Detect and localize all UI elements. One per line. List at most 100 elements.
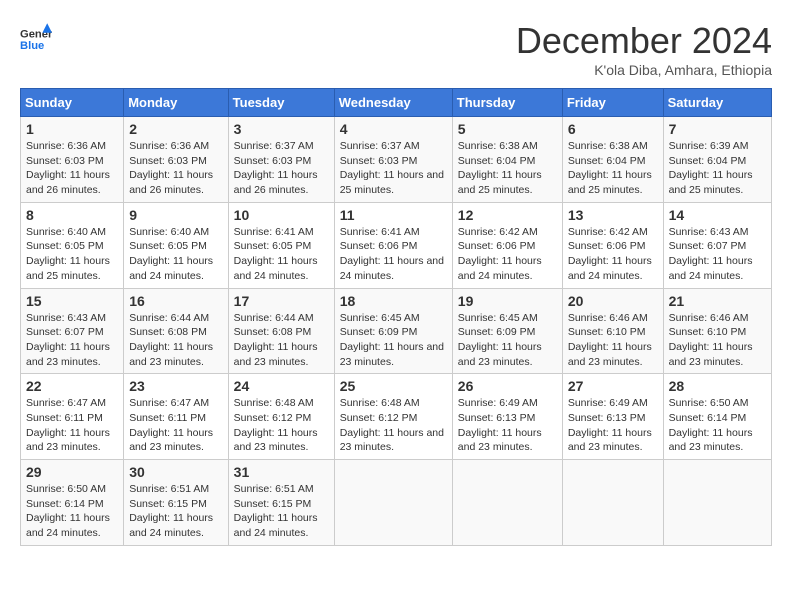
calendar-day-cell: 2 Sunrise: 6:36 AMSunset: 6:03 PMDayligh…	[124, 117, 228, 203]
logo: General Blue	[20, 20, 52, 52]
day-info: Sunrise: 6:42 AMSunset: 6:06 PMDaylight:…	[458, 225, 557, 284]
day-info: Sunrise: 6:51 AMSunset: 6:15 PMDaylight:…	[129, 482, 222, 541]
weekday-header-cell: Thursday	[452, 89, 562, 117]
calendar-day-cell: 11 Sunrise: 6:41 AMSunset: 6:06 PMDaylig…	[334, 202, 452, 288]
day-info: Sunrise: 6:48 AMSunset: 6:12 PMDaylight:…	[234, 396, 329, 455]
day-number: 12	[458, 207, 557, 223]
day-number: 27	[568, 378, 658, 394]
calendar-day-cell: 10 Sunrise: 6:41 AMSunset: 6:05 PMDaylig…	[228, 202, 334, 288]
day-info: Sunrise: 6:47 AMSunset: 6:11 PMDaylight:…	[129, 396, 222, 455]
day-info: Sunrise: 6:36 AMSunset: 6:03 PMDaylight:…	[26, 139, 118, 198]
month-title: December 2024	[516, 20, 772, 62]
calendar-week-row: 29 Sunrise: 6:50 AMSunset: 6:14 PMDaylig…	[21, 460, 772, 546]
calendar-week-row: 22 Sunrise: 6:47 AMSunset: 6:11 PMDaylig…	[21, 374, 772, 460]
day-number: 14	[669, 207, 766, 223]
day-info: Sunrise: 6:42 AMSunset: 6:06 PMDaylight:…	[568, 225, 658, 284]
day-info: Sunrise: 6:48 AMSunset: 6:12 PMDaylight:…	[340, 396, 447, 455]
day-number: 30	[129, 464, 222, 480]
day-info: Sunrise: 6:43 AMSunset: 6:07 PMDaylight:…	[669, 225, 766, 284]
weekday-header-cell: Tuesday	[228, 89, 334, 117]
day-number: 2	[129, 121, 222, 137]
day-number: 10	[234, 207, 329, 223]
calendar-day-cell: 21 Sunrise: 6:46 AMSunset: 6:10 PMDaylig…	[663, 288, 771, 374]
day-info: Sunrise: 6:50 AMSunset: 6:14 PMDaylight:…	[669, 396, 766, 455]
calendar-week-row: 8 Sunrise: 6:40 AMSunset: 6:05 PMDayligh…	[21, 202, 772, 288]
calendar-day-cell: 1 Sunrise: 6:36 AMSunset: 6:03 PMDayligh…	[21, 117, 124, 203]
calendar-day-cell	[452, 460, 562, 546]
day-number: 9	[129, 207, 222, 223]
calendar-day-cell: 25 Sunrise: 6:48 AMSunset: 6:12 PMDaylig…	[334, 374, 452, 460]
day-info: Sunrise: 6:37 AMSunset: 6:03 PMDaylight:…	[234, 139, 329, 198]
calendar-day-cell: 22 Sunrise: 6:47 AMSunset: 6:11 PMDaylig…	[21, 374, 124, 460]
day-number: 1	[26, 121, 118, 137]
calendar-day-cell: 27 Sunrise: 6:49 AMSunset: 6:13 PMDaylig…	[562, 374, 663, 460]
weekday-header-cell: Sunday	[21, 89, 124, 117]
day-number: 6	[568, 121, 658, 137]
calendar-day-cell	[562, 460, 663, 546]
day-number: 19	[458, 293, 557, 309]
day-number: 7	[669, 121, 766, 137]
calendar-day-cell: 14 Sunrise: 6:43 AMSunset: 6:07 PMDaylig…	[663, 202, 771, 288]
day-number: 28	[669, 378, 766, 394]
day-info: Sunrise: 6:50 AMSunset: 6:14 PMDaylight:…	[26, 482, 118, 541]
day-info: Sunrise: 6:51 AMSunset: 6:15 PMDaylight:…	[234, 482, 329, 541]
calendar-day-cell: 23 Sunrise: 6:47 AMSunset: 6:11 PMDaylig…	[124, 374, 228, 460]
day-number: 16	[129, 293, 222, 309]
day-number: 15	[26, 293, 118, 309]
day-number: 17	[234, 293, 329, 309]
calendar-day-cell: 29 Sunrise: 6:50 AMSunset: 6:14 PMDaylig…	[21, 460, 124, 546]
calendar-day-cell	[663, 460, 771, 546]
day-info: Sunrise: 6:40 AMSunset: 6:05 PMDaylight:…	[26, 225, 118, 284]
weekday-header-cell: Friday	[562, 89, 663, 117]
location: K'ola Diba, Amhara, Ethiopia	[516, 62, 772, 78]
calendar-day-cell: 16 Sunrise: 6:44 AMSunset: 6:08 PMDaylig…	[124, 288, 228, 374]
calendar-day-cell: 3 Sunrise: 6:37 AMSunset: 6:03 PMDayligh…	[228, 117, 334, 203]
day-info: Sunrise: 6:36 AMSunset: 6:03 PMDaylight:…	[129, 139, 222, 198]
calendar-day-cell: 30 Sunrise: 6:51 AMSunset: 6:15 PMDaylig…	[124, 460, 228, 546]
day-number: 29	[26, 464, 118, 480]
day-info: Sunrise: 6:49 AMSunset: 6:13 PMDaylight:…	[458, 396, 557, 455]
day-info: Sunrise: 6:47 AMSunset: 6:11 PMDaylight:…	[26, 396, 118, 455]
svg-text:Blue: Blue	[20, 40, 44, 52]
day-number: 18	[340, 293, 447, 309]
weekday-header-cell: Saturday	[663, 89, 771, 117]
day-number: 4	[340, 121, 447, 137]
title-block: December 2024 K'ola Diba, Amhara, Ethiop…	[516, 20, 772, 78]
weekday-header-cell: Wednesday	[334, 89, 452, 117]
day-info: Sunrise: 6:41 AMSunset: 6:06 PMDaylight:…	[340, 225, 447, 284]
day-info: Sunrise: 6:45 AMSunset: 6:09 PMDaylight:…	[340, 311, 447, 370]
calendar-day-cell: 7 Sunrise: 6:39 AMSunset: 6:04 PMDayligh…	[663, 117, 771, 203]
calendar-week-row: 1 Sunrise: 6:36 AMSunset: 6:03 PMDayligh…	[21, 117, 772, 203]
weekday-header-cell: Monday	[124, 89, 228, 117]
logo-icon: General Blue	[20, 20, 52, 52]
day-info: Sunrise: 6:41 AMSunset: 6:05 PMDaylight:…	[234, 225, 329, 284]
day-info: Sunrise: 6:49 AMSunset: 6:13 PMDaylight:…	[568, 396, 658, 455]
day-number: 11	[340, 207, 447, 223]
calendar-day-cell: 5 Sunrise: 6:38 AMSunset: 6:04 PMDayligh…	[452, 117, 562, 203]
day-number: 25	[340, 378, 447, 394]
calendar-day-cell: 31 Sunrise: 6:51 AMSunset: 6:15 PMDaylig…	[228, 460, 334, 546]
calendar-day-cell: 8 Sunrise: 6:40 AMSunset: 6:05 PMDayligh…	[21, 202, 124, 288]
day-number: 26	[458, 378, 557, 394]
day-number: 24	[234, 378, 329, 394]
day-info: Sunrise: 6:46 AMSunset: 6:10 PMDaylight:…	[568, 311, 658, 370]
day-info: Sunrise: 6:45 AMSunset: 6:09 PMDaylight:…	[458, 311, 557, 370]
day-info: Sunrise: 6:39 AMSunset: 6:04 PMDaylight:…	[669, 139, 766, 198]
weekday-header-row: SundayMondayTuesdayWednesdayThursdayFrid…	[21, 89, 772, 117]
page-header: General Blue December 2024 K'ola Diba, A…	[20, 20, 772, 78]
calendar-day-cell: 6 Sunrise: 6:38 AMSunset: 6:04 PMDayligh…	[562, 117, 663, 203]
calendar-day-cell: 9 Sunrise: 6:40 AMSunset: 6:05 PMDayligh…	[124, 202, 228, 288]
day-number: 23	[129, 378, 222, 394]
calendar-day-cell: 28 Sunrise: 6:50 AMSunset: 6:14 PMDaylig…	[663, 374, 771, 460]
day-info: Sunrise: 6:40 AMSunset: 6:05 PMDaylight:…	[129, 225, 222, 284]
calendar-week-row: 15 Sunrise: 6:43 AMSunset: 6:07 PMDaylig…	[21, 288, 772, 374]
day-number: 3	[234, 121, 329, 137]
day-number: 22	[26, 378, 118, 394]
day-info: Sunrise: 6:37 AMSunset: 6:03 PMDaylight:…	[340, 139, 447, 198]
calendar-day-cell: 15 Sunrise: 6:43 AMSunset: 6:07 PMDaylig…	[21, 288, 124, 374]
day-number: 5	[458, 121, 557, 137]
calendar-day-cell: 17 Sunrise: 6:44 AMSunset: 6:08 PMDaylig…	[228, 288, 334, 374]
day-info: Sunrise: 6:38 AMSunset: 6:04 PMDaylight:…	[458, 139, 557, 198]
calendar-day-cell: 20 Sunrise: 6:46 AMSunset: 6:10 PMDaylig…	[562, 288, 663, 374]
day-number: 21	[669, 293, 766, 309]
